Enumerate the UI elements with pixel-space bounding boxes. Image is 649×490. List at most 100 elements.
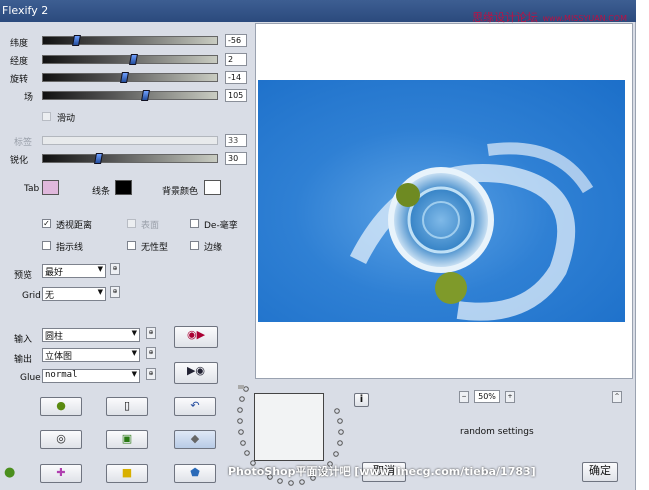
- preview-reset-button[interactable]: ⊕: [110, 263, 120, 275]
- line-color-swatch[interactable]: [115, 180, 132, 195]
- sharpen-value[interactable]: 30: [225, 152, 247, 165]
- slider-longitude[interactable]: [42, 54, 218, 65]
- slider-label-tag: 标签: [14, 138, 33, 148]
- info-button[interactable]: i: [354, 393, 369, 407]
- input-select[interactable]: 圆柱 ▼: [42, 328, 140, 342]
- edge-checkbox[interactable]: [190, 241, 199, 250]
- slider-field[interactable]: [42, 90, 218, 101]
- smooth-checkbox[interactable]: [42, 112, 51, 121]
- slider-label-field: 场: [24, 93, 34, 103]
- flexify-window: Flexify 2 思缘设计论坛 www.MISSYUAN.COM 纬度 -56…: [0, 0, 636, 490]
- slider-label-latitude: 纬度: [10, 39, 29, 49]
- line-color-label: 线条: [92, 187, 111, 197]
- glue-label: Glue: [20, 373, 41, 383]
- dehalo-checkbox[interactable]: [190, 219, 199, 228]
- output-value: 立体图: [45, 352, 73, 362]
- glue-reset-button[interactable]: ⊕: [146, 368, 156, 380]
- ring-icon: ◎: [56, 432, 66, 445]
- cross-button[interactable]: ✚: [40, 464, 82, 483]
- rotate-value[interactable]: -14: [225, 71, 247, 84]
- longitude-value[interactable]: 2: [225, 53, 247, 66]
- output-reset-button[interactable]: ⊕: [146, 347, 156, 359]
- cross-icon: ✚: [56, 466, 66, 479]
- play-icon: ◉▶: [186, 328, 206, 341]
- collapse-button[interactable]: ^: [612, 391, 622, 403]
- slider-label-sharpen: 锐化: [10, 156, 29, 166]
- perspective-checkbox[interactable]: ✓: [42, 219, 51, 228]
- field-value[interactable]: 105: [225, 89, 247, 102]
- swap-back-button[interactable]: ▶◉: [174, 362, 218, 384]
- output-select[interactable]: 立体图 ▼: [42, 348, 140, 362]
- slider-tag: [42, 136, 218, 145]
- guides-checkbox[interactable]: [42, 241, 51, 250]
- dehalo-label: De-毫挛: [204, 221, 238, 231]
- zoom-value[interactable]: 50%: [474, 390, 500, 403]
- slider-sharpen[interactable]: [42, 153, 218, 164]
- slider-thumb[interactable]: [120, 72, 129, 83]
- ball-icon: ●: [56, 399, 66, 412]
- slider-thumb[interactable]: [129, 54, 138, 65]
- box-button[interactable]: ■: [106, 464, 148, 483]
- glue-select[interactable]: normal ▼: [42, 369, 140, 383]
- chevron-down-icon: ▼: [97, 288, 103, 296]
- zoom-in-button[interactable]: +: [505, 391, 515, 403]
- chevron-down-icon: ▼: [131, 349, 137, 357]
- grid-select[interactable]: 无 ▼: [42, 287, 106, 301]
- grid-label: Grid: [22, 291, 41, 301]
- play-icon: ▶◉: [186, 364, 206, 377]
- perspective-label: 透视距离: [56, 221, 93, 231]
- chevron-down-icon: ▼: [97, 265, 103, 273]
- slider-rotate[interactable]: [42, 72, 218, 83]
- preview-image: [258, 80, 625, 322]
- undo-icon: ↶: [190, 399, 200, 412]
- smooth-label: 滑动: [57, 114, 76, 124]
- randomize-button[interactable]: ●: [40, 397, 82, 416]
- zoom-out-button[interactable]: −: [459, 391, 469, 403]
- grid-reset-button[interactable]: ⊕: [110, 286, 120, 298]
- input-label: 输入: [14, 335, 33, 345]
- app-logo-icon: ●: [4, 465, 16, 480]
- slider-thumb[interactable]: [141, 90, 150, 101]
- input-value: 圆柱: [45, 332, 64, 342]
- watermark-url: www.MISSYUAN.COM: [542, 14, 627, 23]
- navigator-thumbnail[interactable]: [254, 393, 324, 461]
- swap-forward-button[interactable]: ◉▶: [174, 326, 218, 348]
- tag-value: 33: [225, 134, 247, 147]
- bg-color-label: 背景颜色: [162, 187, 199, 197]
- input-reset-button[interactable]: ⊕: [146, 327, 156, 339]
- square-icon: ▣: [121, 432, 133, 445]
- undo-button[interactable]: ↶: [174, 397, 216, 416]
- preview-value: 最好: [45, 268, 64, 278]
- slider-latitude[interactable]: [42, 35, 218, 46]
- noshape-label: 无性型: [141, 243, 169, 253]
- cube-icon: ◆: [190, 432, 200, 445]
- guides-label: 指示线: [56, 243, 84, 253]
- noshape-checkbox[interactable]: [127, 241, 136, 250]
- chevron-down-icon: ▼: [131, 370, 137, 378]
- slider-label-rotate: 旋转: [10, 75, 29, 85]
- preview-select[interactable]: 最好 ▼: [42, 264, 106, 278]
- grid-value: 无: [45, 291, 55, 301]
- window-title: Flexify 2: [2, 4, 49, 17]
- pentagon-button[interactable]: ⬟: [174, 464, 216, 483]
- cube-button[interactable]: ◆: [174, 430, 216, 449]
- tiny-planet-image: [349, 142, 594, 321]
- output-label: 输出: [14, 355, 33, 365]
- bg-color-swatch[interactable]: [204, 180, 221, 195]
- circle-button[interactable]: ◎: [40, 430, 82, 449]
- latitude-value[interactable]: -56: [225, 34, 247, 47]
- pentagon-icon: ⬟: [190, 466, 200, 479]
- copy-button[interactable]: ▯: [106, 397, 148, 416]
- tab-color-label: Tab: [24, 184, 40, 194]
- page-icon: ▯: [123, 399, 131, 412]
- slider-label-longitude: 经度: [10, 57, 29, 67]
- surface-label: 表面: [141, 221, 160, 231]
- surface-checkbox: [127, 219, 136, 228]
- slider-thumb[interactable]: [72, 35, 81, 46]
- chevron-down-icon: ▼: [131, 329, 137, 337]
- preview-label: 预览: [14, 271, 33, 281]
- slider-thumb[interactable]: [94, 153, 103, 164]
- square-button[interactable]: ▣: [106, 430, 148, 449]
- tab-color-swatch[interactable]: [42, 180, 59, 195]
- ok-button[interactable]: 确定: [582, 462, 618, 482]
